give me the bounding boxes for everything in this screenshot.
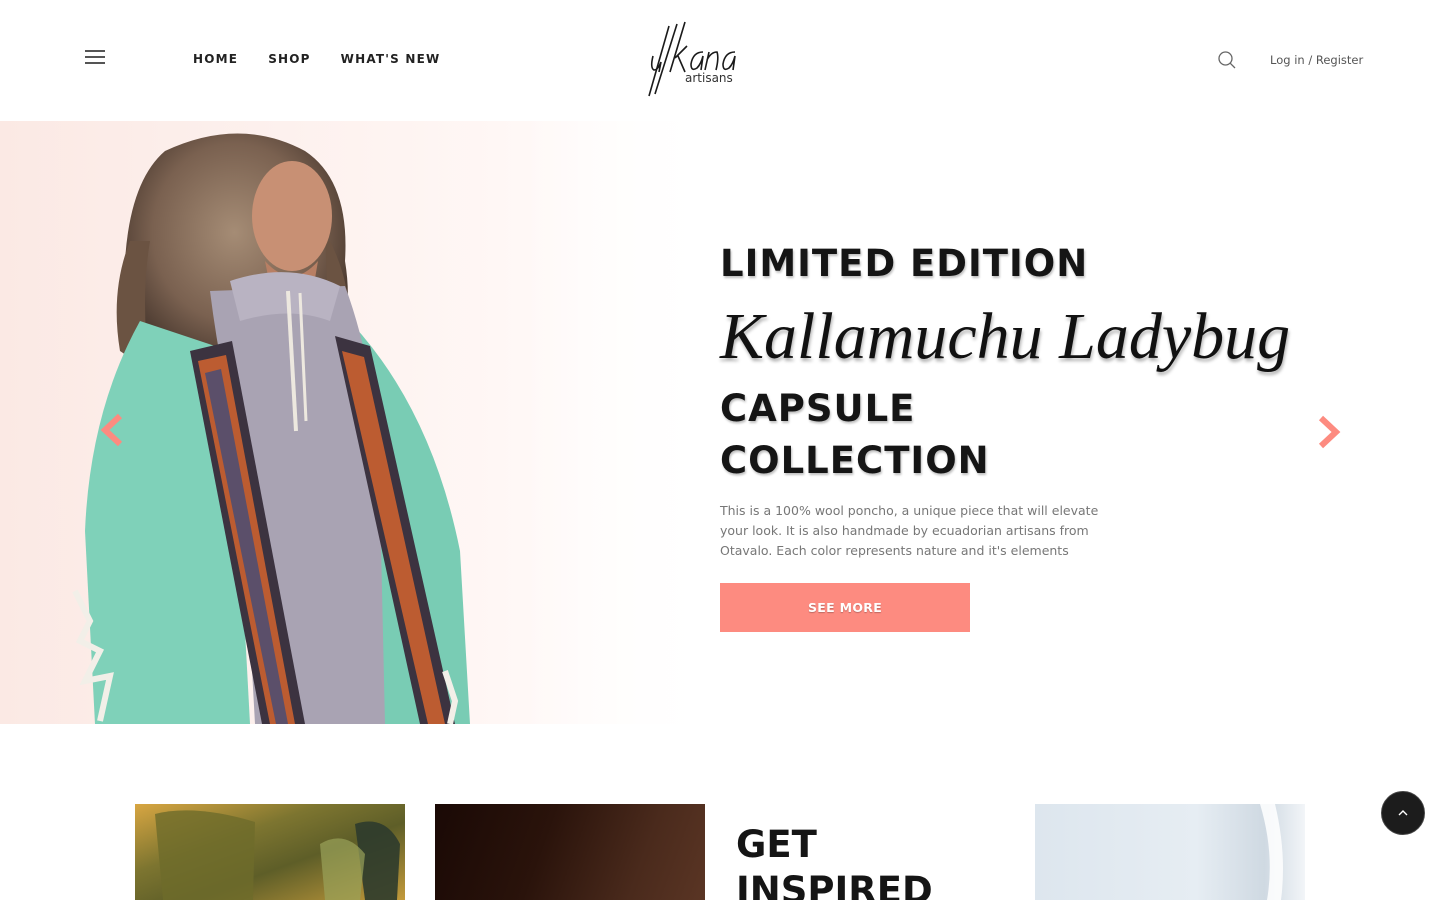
hamburger-menu-icon[interactable] (85, 50, 105, 64)
brand-logo-sub: artisans (685, 71, 733, 85)
chevron-left-icon (100, 413, 123, 447)
hero-description: This is a 100% wool poncho, a unique pie… (720, 503, 1099, 558)
hero-collection-line1: CAPSULE (720, 387, 916, 430)
get-inspired-line1: GET (736, 823, 817, 866)
category-tile-dark[interactable] (435, 804, 705, 900)
search-icon[interactable] (1217, 50, 1237, 70)
site-header: HOME SHOP WHAT'S NEW artisans Log in / R… (0, 0, 1440, 121)
hero-slider: LIMITED EDITION Kallamuchu Ladybug CAPSU… (0, 121, 1440, 724)
hero-collection-title: CAPSULE COLLECTION (720, 383, 1120, 487)
get-inspired-heading: GET INSPIRED (736, 822, 996, 900)
hero-collection-line2: COLLECTION (720, 439, 990, 482)
slider-next-arrow[interactable] (1315, 415, 1341, 454)
nav-whats-new-link[interactable]: WHAT'S NEW (341, 52, 441, 66)
light-product-image (1260, 804, 1283, 900)
chevron-up-icon (1398, 810, 1408, 816)
chevron-right-icon (1318, 415, 1341, 449)
login-register-link[interactable]: Log in / Register (1270, 53, 1363, 67)
hero-product-name: Kallamuchu Ladybug (720, 300, 1291, 373)
category-tile-light[interactable] (1035, 804, 1305, 900)
main-nav: HOME SHOP WHAT'S NEW (193, 52, 440, 66)
scroll-to-top-button[interactable] (1381, 791, 1425, 835)
brand-logo[interactable]: artisans (645, 18, 755, 100)
see-more-button[interactable]: SEE MORE (720, 583, 970, 632)
nav-home-link[interactable]: HOME (193, 52, 238, 66)
nav-shop-link[interactable]: SHOP (268, 52, 310, 66)
category-tile-armchair[interactable] (135, 804, 405, 900)
get-inspired-line2: INSPIRED (736, 869, 933, 900)
armchair-image (155, 810, 400, 900)
slider-prev-arrow[interactable] (100, 413, 126, 452)
hero-eyebrow: LIMITED EDITION (720, 242, 1089, 285)
